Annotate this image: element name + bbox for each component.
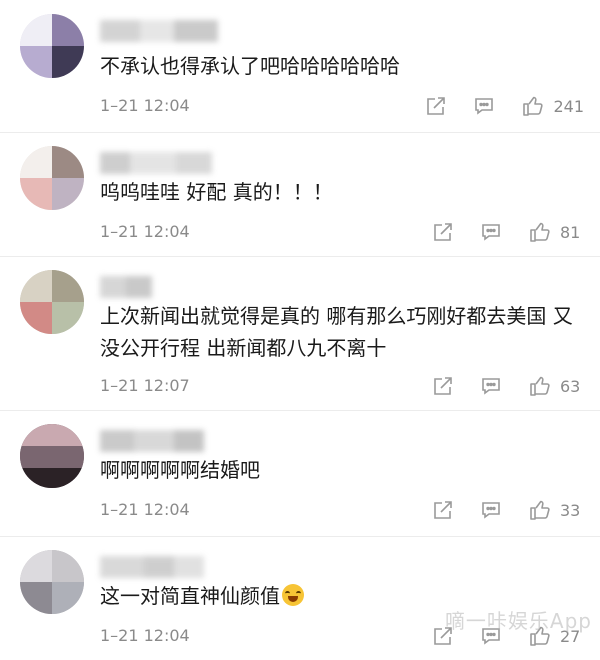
comment-text: 上次新闻出就觉得是真的 哪有那么巧刚好都去美国 又没公开行程 出新闻都八九不离十 [100, 304, 573, 360]
share-button[interactable] [425, 95, 447, 117]
comment-text: 啊啊啊啊啊结婚吧 [100, 458, 260, 482]
comment-item: 呜呜哇哇 好配 真的！！！ 1–21 12:04 81 [0, 132, 600, 257]
like-button[interactable]: 241 [521, 94, 584, 118]
comment-item: 不承认也得承认了吧哈哈哈哈哈哈 1–21 12:04 241 [0, 0, 600, 133]
like-count: 63 [560, 376, 581, 396]
share-button[interactable] [432, 221, 454, 243]
like-button[interactable]: 33 [528, 498, 584, 522]
avatar[interactable] [20, 270, 84, 334]
username-blurred[interactable] [100, 20, 218, 42]
comment-item: 上次新闻出就觉得是真的 哪有那么巧刚好都去美国 又没公开行程 出新闻都八九不离十… [0, 256, 600, 411]
avatar[interactable] [20, 424, 84, 488]
like-count: 33 [560, 500, 581, 520]
comment-text: 呜呜哇哇 好配 真的！！！ [100, 180, 333, 204]
comment-icon [475, 98, 494, 115]
comment-time: 1–21 12:04 [100, 222, 190, 241]
comment-text: 不承认也得承认了吧哈哈哈哈哈哈 [100, 54, 400, 78]
comment-time: 1–21 12:04 [100, 626, 190, 645]
crying-laughing-emoji [282, 584, 304, 606]
share-button[interactable] [432, 499, 454, 521]
comment-button[interactable] [480, 221, 502, 243]
comment-item: 这一对简直神仙颜值 1–21 12:04 27 [0, 536, 600, 660]
avatar[interactable] [20, 550, 84, 614]
comment-icon [482, 224, 500, 241]
comment-icon [482, 502, 500, 519]
comment-actions: 33 [406, 498, 584, 522]
comment-actions: 63 [406, 374, 584, 398]
share-icon [434, 223, 452, 241]
like-count: 241 [553, 96, 584, 116]
comment-button[interactable] [480, 499, 502, 521]
like-icon [530, 500, 550, 520]
username-blurred[interactable] [100, 276, 152, 298]
share-button[interactable] [432, 375, 454, 397]
comment-text-content: 这一对简直神仙颜值 [100, 584, 280, 608]
comment-button[interactable] [473, 95, 495, 117]
like-count: 81 [560, 222, 581, 242]
share-icon [434, 501, 452, 519]
like-icon [523, 96, 544, 116]
comment-time: 1–21 12:04 [100, 500, 190, 519]
like-button[interactable]: 81 [528, 220, 584, 244]
watermark: 嘀一咔娱乐App [444, 609, 592, 633]
avatar[interactable] [20, 14, 84, 78]
comment-actions: 241 [399, 94, 584, 118]
username-blurred[interactable] [100, 152, 212, 174]
like-icon [530, 376, 550, 396]
username-blurred[interactable] [100, 430, 204, 452]
share-icon [427, 97, 446, 115]
comment-button[interactable] [480, 375, 502, 397]
share-icon [434, 377, 452, 395]
username-blurred[interactable] [100, 556, 204, 578]
comment-icon [482, 378, 500, 395]
comment-item: 啊啊啊啊啊结婚吧 1–21 12:04 33 [0, 410, 600, 537]
comment-time: 1–21 12:04 [100, 96, 190, 115]
comment-actions: 81 [406, 220, 584, 244]
like-button[interactable]: 63 [528, 374, 584, 398]
like-icon [530, 222, 550, 242]
comment-time: 1–21 12:07 [100, 376, 190, 395]
avatar[interactable] [20, 146, 84, 210]
